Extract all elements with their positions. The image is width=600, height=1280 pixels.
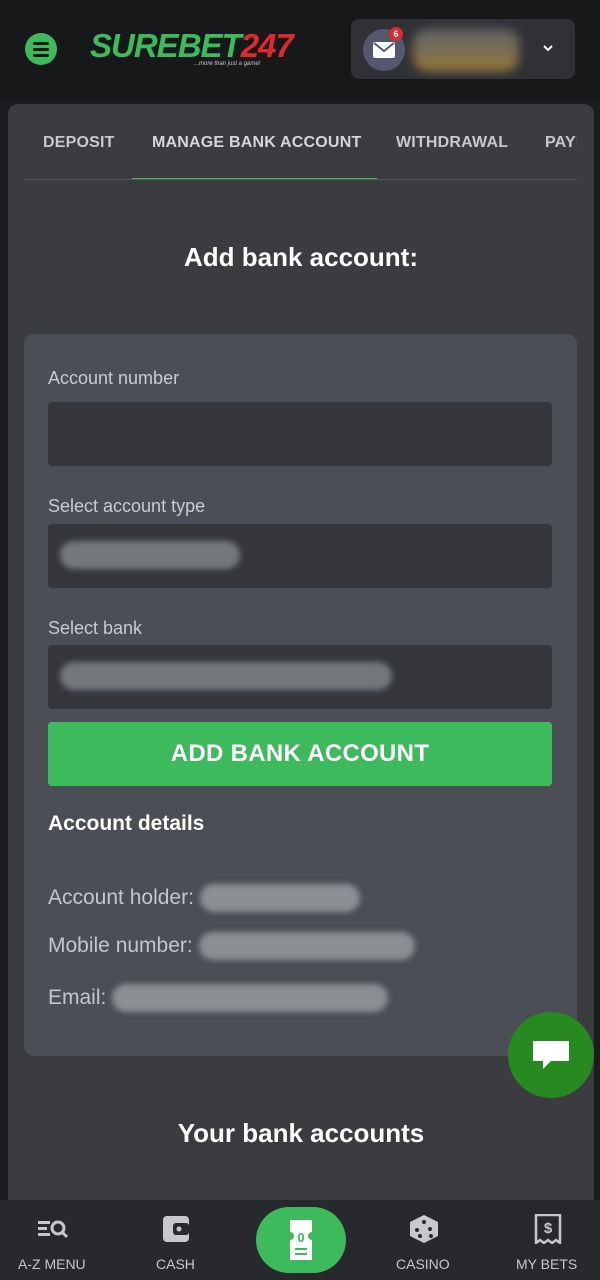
nav-cash-label: CASH — [156, 1256, 195, 1272]
add-bank-account-heading: Add bank account: — [183, 242, 418, 272]
account-number-input[interactable] — [48, 402, 552, 466]
betslip-button[interactable]: 0 — [256, 1207, 346, 1273]
bank-label: Select bank — [48, 618, 143, 638]
account-number-label: Account number — [48, 368, 180, 388]
blurred-bank-name — [60, 662, 392, 690]
dice-icon — [410, 1215, 438, 1243]
active-tab-indicator — [132, 178, 377, 179]
nav-my-bets-label: MY BETS — [516, 1256, 578, 1272]
logo-tagline: ...more than just a game! — [194, 61, 261, 67]
tab-payments[interactable]: PAYI — [545, 134, 577, 152]
account-type-label: Select account type — [48, 496, 206, 516]
nav-casino-label: CASINO — [396, 1256, 450, 1272]
ticket-icon: 0 — [290, 1220, 312, 1260]
bank-select[interactable] — [48, 645, 552, 709]
logo-text: SUREBET247 — [90, 27, 294, 64]
mobile-number-row: Mobile number: — [48, 932, 415, 960]
hamburger-menu-icon[interactable] — [25, 33, 57, 65]
email-label: Email: — [48, 986, 107, 1009]
blurred-account-type — [60, 541, 240, 569]
live-chat-button[interactable] — [508, 1012, 594, 1098]
nav-az-menu[interactable]: A-Z MENU — [14, 1200, 92, 1280]
blurred-user-balance — [413, 29, 519, 71]
mobile-number-label: Mobile number: — [48, 934, 193, 957]
nav-cash[interactable]: CASH — [150, 1200, 204, 1280]
tab-manage-bank-account[interactable]: MANAGE BANK ACCOUNT — [152, 134, 361, 152]
account-holder-label: Account holder: — [48, 886, 194, 909]
chevron-down-icon[interactable] — [541, 41, 555, 55]
svg-text:$: $ — [544, 1220, 553, 1237]
blurred-email — [112, 984, 389, 1012]
account-holder-row: Account holder: — [48, 884, 360, 912]
account-details-heading: Account details — [48, 812, 205, 835]
blurred-account-holder — [199, 884, 360, 912]
tab-withdrawal[interactable]: WITHDRAWAL — [396, 134, 508, 152]
add-bank-account-button[interactable]: ADD BANK ACCOUNT — [48, 722, 552, 786]
list-search-icon — [38, 1220, 69, 1239]
wallet-icon — [163, 1216, 189, 1242]
chat-bubble-icon — [533, 1041, 569, 1069]
blurred-mobile-number — [198, 932, 415, 960]
nav-az-menu-label: A-Z MENU — [18, 1256, 86, 1272]
mail-count-badge: 6 — [389, 27, 403, 41]
surebet247-logo[interactable]: SUREBET247 ...more than just a game! — [90, 27, 294, 72]
your-bank-accounts-heading: Your bank accounts — [177, 1118, 425, 1148]
betslip-count: 0 — [297, 1230, 304, 1245]
account-type-select[interactable] — [48, 524, 552, 588]
nav-my-bets[interactable]: $ MY BETS — [512, 1200, 584, 1280]
bank-account-panel: DEPOSIT MANAGE BANK ACCOUNT WITHDRAWAL P… — [8, 104, 594, 1204]
receipt-dollar-icon: $ — [534, 1214, 562, 1244]
tab-deposit[interactable]: DEPOSIT — [43, 134, 115, 152]
email-row: Email: — [48, 984, 389, 1012]
add-bank-form: Account number Select account type Selec… — [24, 334, 577, 1056]
nav-casino[interactable]: CASINO — [392, 1200, 456, 1280]
payment-tabs: DEPOSIT MANAGE BANK ACCOUNT WITHDRAWAL P… — [24, 104, 577, 180]
account-dropdown[interactable]: 6 — [351, 19, 575, 79]
top-header: SUREBET247 ...more than just a game! 6 — [0, 0, 600, 98]
